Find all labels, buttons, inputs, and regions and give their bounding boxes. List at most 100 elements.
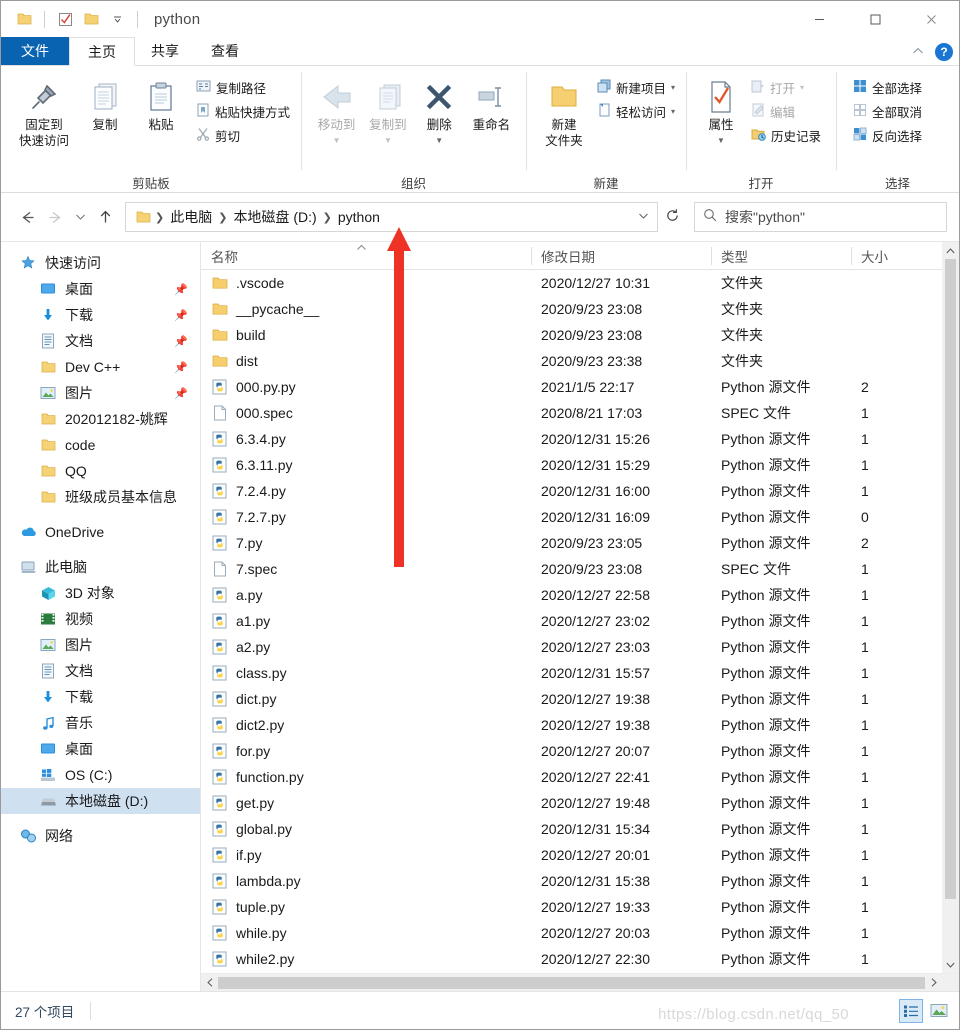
rename-button[interactable]: 重命名	[465, 73, 518, 133]
delete-button[interactable]: 删除 ▼	[414, 73, 465, 149]
file-name-cell[interactable]: __pycache__	[201, 301, 531, 318]
scroll-up-button[interactable]	[942, 242, 959, 259]
sidebar-item-os-c[interactable]: OS (C:)	[1, 762, 200, 788]
scroll-right-button[interactable]	[925, 974, 942, 991]
chevron-down-icon[interactable]	[104, 6, 130, 32]
table-row[interactable]: lambda.py2020/12/31 15:38Python 源文件1	[201, 868, 959, 894]
scrollbar-thumb[interactable]	[945, 259, 956, 899]
file-name-cell[interactable]: build	[201, 327, 531, 344]
table-row[interactable]: global.py2020/12/31 15:34Python 源文件1	[201, 816, 959, 842]
table-row[interactable]: a1.py2020/12/27 23:02Python 源文件1	[201, 608, 959, 634]
tab-share[interactable]: 共享	[135, 37, 195, 65]
file-name-cell[interactable]: a2.py	[201, 639, 531, 656]
file-name-cell[interactable]: for.py	[201, 743, 531, 760]
file-name-cell[interactable]: dict2.py	[201, 717, 531, 734]
select-all-button[interactable]: 全部选择	[850, 76, 925, 98]
sidebar-item-downloads[interactable]: 下载 📌	[1, 302, 200, 328]
file-name-cell[interactable]: lambda.py	[201, 873, 531, 890]
history-button[interactable]: 历史记录	[748, 124, 824, 146]
horizontal-scrollbar[interactable]	[201, 973, 959, 991]
chevron-down-icon[interactable]: ▼	[435, 133, 443, 149]
table-row[interactable]: a2.py2020/12/27 23:03Python 源文件1	[201, 634, 959, 660]
file-name-cell[interactable]: if.py	[201, 847, 531, 864]
table-row[interactable]: a.py2020/12/27 22:58Python 源文件1	[201, 582, 959, 608]
scroll-left-button[interactable]	[201, 974, 218, 991]
scrollbar-thumb[interactable]	[218, 977, 925, 989]
file-name-cell[interactable]: 7.py	[201, 535, 531, 552]
file-name-cell[interactable]: 7.2.4.py	[201, 483, 531, 500]
large-icons-view-button[interactable]	[927, 999, 951, 1023]
sidebar-item-pictures[interactable]: 图片	[1, 632, 200, 658]
file-name-cell[interactable]: a1.py	[201, 613, 531, 630]
close-button[interactable]	[903, 1, 959, 37]
table-row[interactable]: while.py2020/12/27 20:03Python 源文件1	[201, 920, 959, 946]
sidebar-item-onedrive[interactable]: OneDrive	[1, 519, 200, 545]
maximize-button[interactable]	[847, 1, 903, 37]
new-item-button[interactable]: 新建项目 ▾	[594, 76, 678, 98]
search-input[interactable]: 搜索"python"	[725, 207, 805, 227]
copy-path-button[interactable]: 复制路径	[193, 76, 293, 98]
chevron-up-icon[interactable]	[911, 43, 925, 61]
sidebar-item-downloads[interactable]: 下载	[1, 684, 200, 710]
new-folder-button[interactable]: 新建 文件夹	[536, 73, 592, 149]
file-name-cell[interactable]: .vscode	[201, 275, 531, 292]
sidebar-item-pictures[interactable]: 图片 📌	[1, 380, 200, 406]
table-row[interactable]: get.py2020/12/27 19:48Python 源文件1	[201, 790, 959, 816]
file-name-cell[interactable]: 6.3.4.py	[201, 431, 531, 448]
sidebar-item-code[interactable]: code	[1, 432, 200, 458]
nav-header-quick-access[interactable]: 快速访问	[1, 250, 200, 276]
sidebar-item-class-info[interactable]: 班级成员基本信息	[1, 484, 200, 510]
folder-icon[interactable]	[78, 6, 104, 32]
open-button[interactable]: 打开 ▾	[748, 76, 824, 98]
breadcrumb-bar[interactable]: ❯ 此电脑 ❯ 本地磁盘 (D:) ❯ python	[125, 202, 658, 232]
file-name-cell[interactable]: tuple.py	[201, 899, 531, 916]
file-name-cell[interactable]: 000.py.py	[201, 379, 531, 396]
file-name-cell[interactable]: while2.py	[201, 951, 531, 968]
table-row[interactable]: dict2.py2020/12/27 19:38Python 源文件1	[201, 712, 959, 738]
chevron-down-icon[interactable]: ▾	[671, 107, 675, 116]
copy-to-button[interactable]: 复制到 ▼	[362, 73, 413, 149]
file-name-cell[interactable]: 7.spec	[201, 561, 531, 578]
breadcrumb-separator[interactable]: ❯	[217, 211, 228, 224]
tab-home[interactable]: 主页	[69, 37, 135, 66]
table-row[interactable]: function.py2020/12/27 22:41Python 源文件1	[201, 764, 959, 790]
paste-shortcut-button[interactable]: 粘贴快捷方式	[193, 100, 293, 122]
file-name-cell[interactable]: a.py	[201, 587, 531, 604]
table-row[interactable]: tuple.py2020/12/27 19:33Python 源文件1	[201, 894, 959, 920]
checkbox-icon[interactable]	[52, 6, 78, 32]
forward-button[interactable]	[41, 202, 69, 232]
move-to-button[interactable]: 移动到 ▼	[311, 73, 362, 149]
table-row[interactable]: 000.py.py2021/1/5 22:17Python 源文件2	[201, 374, 959, 400]
pin-icon[interactable]: 📌	[174, 335, 188, 348]
sidebar-item-desktop[interactable]: 桌面	[1, 736, 200, 762]
sidebar-item-network[interactable]: 网络	[1, 823, 200, 849]
table-row[interactable]: dict.py2020/12/27 19:38Python 源文件1	[201, 686, 959, 712]
easy-access-button[interactable]: 轻松访问 ▾	[594, 100, 678, 122]
sidebar-item-documents[interactable]: 文档	[1, 658, 200, 684]
sidebar-item-documents[interactable]: 文档 📌	[1, 328, 200, 354]
sidebar-item-desktop[interactable]: 桌面 📌	[1, 276, 200, 302]
breadcrumb-item-python[interactable]: python	[333, 209, 385, 225]
file-name-cell[interactable]: 7.2.7.py	[201, 509, 531, 526]
pin-icon[interactable]: 📌	[174, 309, 188, 322]
breadcrumb-separator[interactable]: ❯	[154, 211, 165, 224]
file-name-cell[interactable]: get.py	[201, 795, 531, 812]
table-row[interactable]: while2.py2020/12/27 22:30Python 源文件1	[201, 946, 959, 972]
file-name-cell[interactable]: 6.3.11.py	[201, 457, 531, 474]
scroll-down-button[interactable]	[942, 956, 959, 973]
details-view-button[interactable]	[899, 999, 923, 1023]
table-row[interactable]: class.py2020/12/31 15:57Python 源文件1	[201, 660, 959, 686]
sidebar-item-music[interactable]: 音乐	[1, 710, 200, 736]
tab-view[interactable]: 查看	[195, 37, 255, 65]
sidebar-item-202012182[interactable]: 202012182-姚辉	[1, 406, 200, 432]
sidebar-item-qq[interactable]: QQ	[1, 458, 200, 484]
refresh-button[interactable]	[658, 208, 686, 227]
table-row[interactable]: build2020/9/23 23:08文件夹	[201, 322, 959, 348]
table-row[interactable]: 7.2.7.py2020/12/31 16:09Python 源文件0	[201, 504, 959, 530]
file-name-cell[interactable]: function.py	[201, 769, 531, 786]
file-name-cell[interactable]: class.py	[201, 665, 531, 682]
pin-icon[interactable]: 📌	[174, 387, 188, 400]
recent-locations-button[interactable]	[69, 202, 91, 232]
paste-button[interactable]: 粘贴	[133, 73, 189, 133]
chevron-down-icon[interactable]	[631, 211, 655, 223]
